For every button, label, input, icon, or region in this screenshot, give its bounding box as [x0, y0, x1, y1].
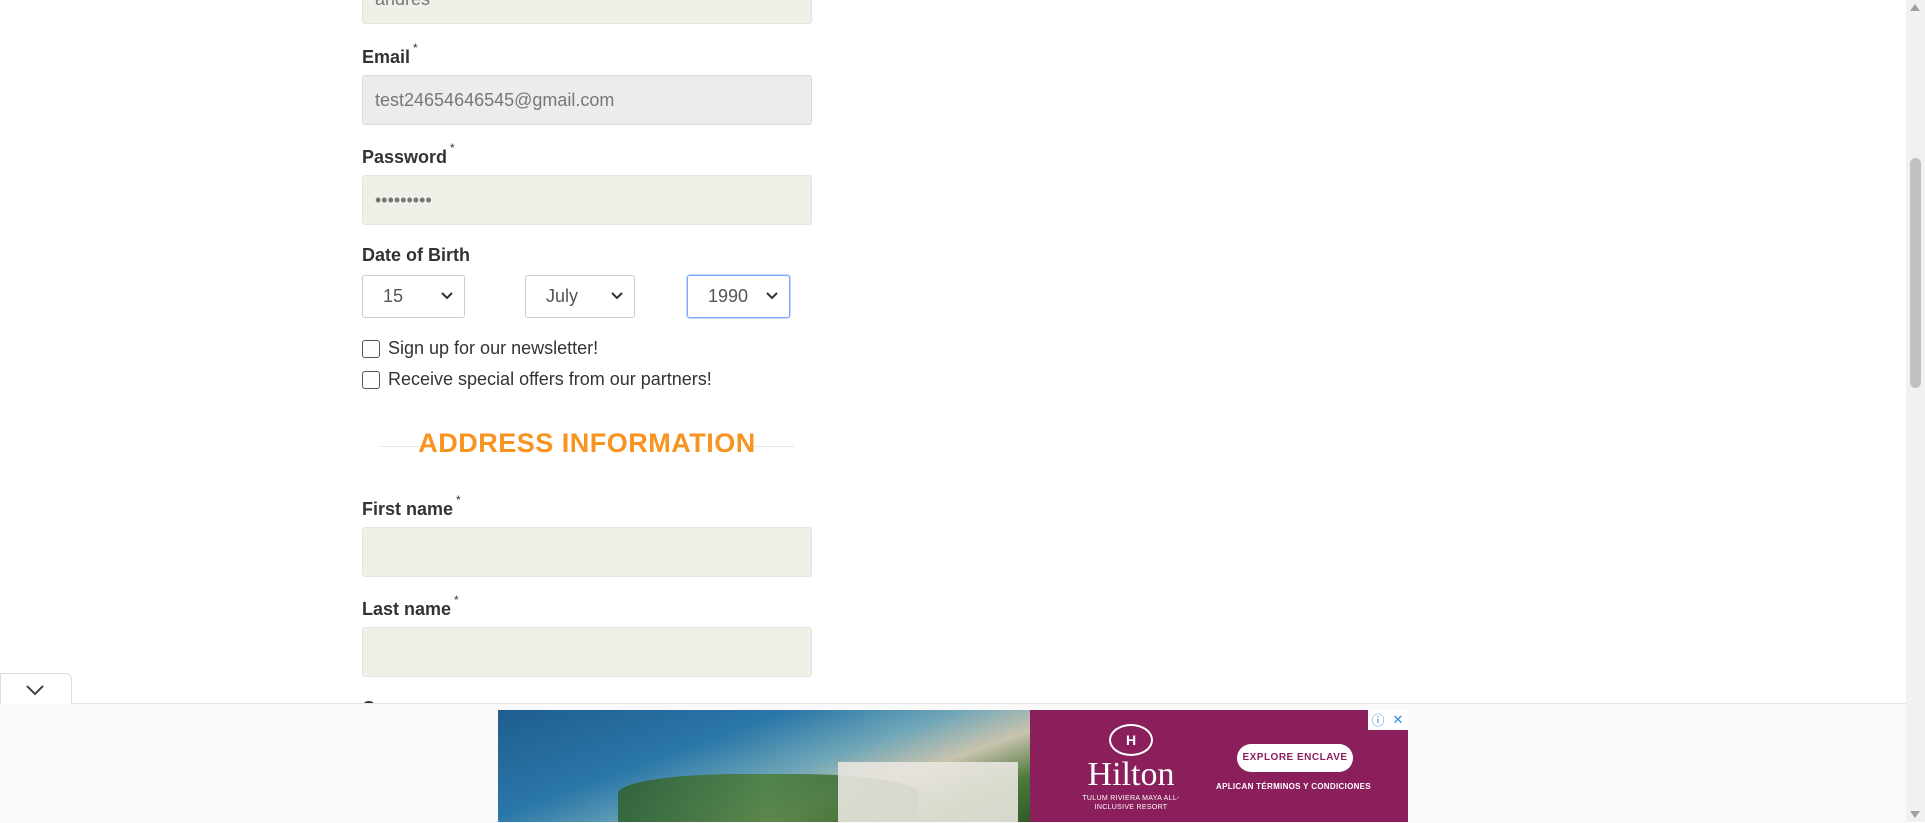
dob-label: Date of Birth — [362, 245, 470, 266]
hilton-ad-banner[interactable]: H Hilton TULUM RIVIERA MAYA ALL-INCLUSIV… — [498, 710, 1408, 822]
newsletter-label: Sign up for our newsletter! — [388, 338, 599, 358]
newsletter-checkbox[interactable] — [362, 339, 380, 358]
dob-month-value: July — [546, 286, 579, 306]
hilton-logo-text: Hilton — [1087, 756, 1175, 793]
scroll-down-arrow-icon[interactable] — [1910, 811, 1920, 818]
last-name-label-text: Last name — [362, 599, 452, 619]
password-value: ••••••••• — [375, 190, 432, 210]
address-section-header: ADDRESS INFORMATION — [362, 424, 812, 464]
previous-field-input[interactable]: andres — [362, 0, 812, 24]
dob-month-select[interactable]: July — [525, 275, 635, 318]
password-label: Password * — [362, 141, 455, 168]
hilton-logo: H Hilton TULUM RIVIERA MAYA ALL-INCLUSIV… — [1076, 724, 1186, 812]
dob-year-value: 1990 — [708, 286, 749, 306]
resort-photo — [498, 710, 1030, 822]
dob-day-value: 15 — [383, 286, 404, 306]
last-name-label: Last name * — [362, 593, 459, 620]
newsletter-option[interactable]: Sign up for our newsletter! — [362, 338, 598, 359]
required-marker: * — [454, 593, 459, 607]
password-field[interactable]: ••••••••• — [362, 175, 812, 225]
scrollbar-thumb[interactable] — [1910, 158, 1921, 388]
first-name-field[interactable] — [362, 527, 812, 577]
dob-day-select[interactable]: 15 — [362, 275, 465, 318]
ad-info-icon[interactable]: ⓘ — [1368, 710, 1388, 730]
vertical-scrollbar[interactable] — [1906, 0, 1925, 822]
required-marker: * — [413, 41, 418, 55]
ad-terms: APLICAN TÉRMINOS Y CONDICIONES — [1216, 782, 1371, 791]
previous-field-value: andres — [375, 0, 430, 9]
partner-offers-label: Receive special offers from our partners… — [388, 369, 712, 389]
first-name-label: First name * — [362, 493, 461, 520]
last-name-field[interactable] — [362, 627, 812, 677]
email-field[interactable]: test24654646545@gmail.com — [362, 75, 812, 125]
partner-offers-checkbox[interactable] — [362, 370, 380, 389]
scroll-up-arrow-icon[interactable] — [1910, 4, 1920, 11]
first-name-label-text: First name — [362, 499, 454, 519]
chevron-down-icon — [766, 292, 778, 300]
password-label-text: Password — [362, 147, 448, 167]
ad-close-icon[interactable]: ✕ — [1388, 710, 1408, 730]
email-label-text: Email — [362, 47, 411, 67]
dob-year-select[interactable]: 1990 — [687, 275, 790, 318]
chevron-down-icon — [441, 292, 453, 300]
dob-label-text: Date of Birth — [362, 245, 470, 265]
chevron-down-icon — [26, 685, 44, 696]
explore-enclave-button[interactable]: EXPLORE ENCLAVE — [1237, 744, 1353, 772]
collapse-ad-button[interactable] — [0, 673, 72, 704]
hilton-logo-mark: H — [1109, 724, 1153, 756]
partner-offers-option[interactable]: Receive special offers from our partners… — [362, 369, 712, 390]
required-marker: * — [456, 493, 461, 507]
resort-subtitle: TULUM RIVIERA MAYA ALL-INCLUSIVE RESORT — [1082, 795, 1180, 811]
email-label: Email * — [362, 41, 418, 68]
resort-building — [838, 762, 1018, 822]
chevron-down-icon — [611, 292, 623, 300]
ad-brand-panel: H Hilton TULUM RIVIERA MAYA ALL-INCLUSIV… — [1030, 710, 1408, 822]
email-value: test24654646545@gmail.com — [375, 90, 615, 110]
required-marker: * — [450, 141, 455, 155]
address-section-title: ADDRESS INFORMATION — [418, 428, 756, 458]
